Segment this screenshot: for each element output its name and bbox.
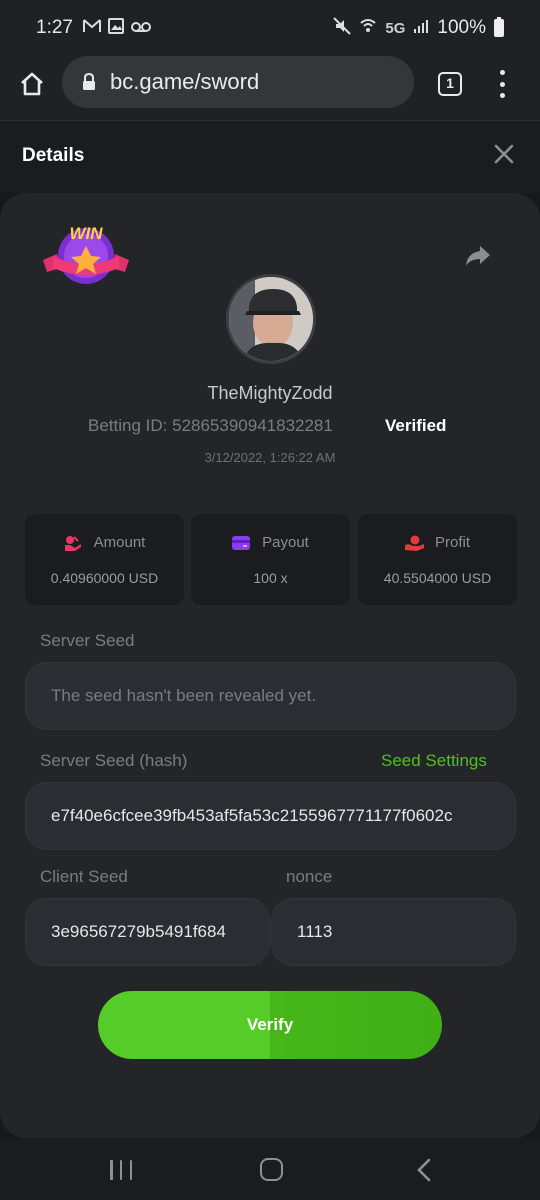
betting-id-value: 52865390941832281: [172, 416, 333, 435]
page-title: Details: [22, 145, 85, 166]
battery-icon: [494, 17, 504, 37]
win-badge: WIN: [43, 220, 129, 290]
card-icon: [232, 535, 251, 551]
share-icon[interactable]: [464, 244, 492, 268]
back-icon[interactable]: [414, 1158, 434, 1182]
status-bar: 1:27 5G 100%: [0, 0, 540, 56]
server-seed-hash-label: Server Seed (hash): [40, 751, 188, 770]
voicemail-icon: [130, 20, 151, 37]
payout-value: 100 x: [253, 570, 288, 586]
address-bar[interactable]: bc.game/sword: [62, 56, 414, 108]
betting-id-label: Betting ID:: [88, 416, 168, 435]
nonce-label: nonce: [286, 867, 333, 886]
network-type: 5G: [385, 19, 406, 37]
profit-card: Profit 40.5504000 USD: [358, 514, 517, 605]
coins-hand-icon: [64, 535, 82, 551]
win-badge-label: WIN: [69, 224, 103, 243]
mute-icon: [333, 17, 352, 39]
close-icon[interactable]: [493, 143, 515, 165]
username: TheMightyZodd: [207, 383, 333, 403]
bet-datetime: 3/12/2022, 1:26:22 AM: [204, 450, 336, 465]
payout-label: Payout: [262, 534, 309, 551]
home-icon[interactable]: [18, 70, 46, 98]
server-seed-hash-field[interactable]: e7f40e6cfcee39fb453af5fa53c2155967771177…: [25, 782, 516, 850]
amount-label: Amount: [93, 534, 146, 551]
money-hand-icon: [404, 535, 424, 551]
more-menu-icon[interactable]: [498, 70, 506, 98]
avatar: [226, 274, 316, 364]
signal-icon: [413, 18, 429, 38]
verify-button[interactable]: Verify: [98, 991, 442, 1059]
url-text: bc.game/sword: [110, 69, 260, 94]
lock-icon: [82, 72, 96, 91]
client-seed-label: Client Seed: [40, 867, 128, 886]
amount-card: Amount 0.40960000 USD: [25, 514, 184, 605]
seed-settings-link[interactable]: Seed Settings: [381, 751, 487, 771]
home-nav-icon[interactable]: [260, 1158, 283, 1181]
verified-label: Verified: [385, 416, 447, 435]
client-seed-field[interactable]: 3e96567279b5491f684: [25, 898, 270, 966]
server-seed-label: Server Seed: [40, 631, 135, 650]
photo-icon: [107, 18, 124, 38]
betting-id: Betting ID: 52865390941832281: [88, 416, 333, 436]
details-header: Details: [0, 121, 540, 193]
system-nav-bar: [0, 1138, 540, 1200]
tab-switcher-button[interactable]: 1: [438, 72, 462, 96]
recent-apps-icon[interactable]: [110, 1160, 132, 1180]
profit-label: Profit: [434, 534, 470, 551]
profit-value: 40.5504000 USD: [383, 570, 492, 586]
wifi-calling-icon: [359, 17, 377, 39]
nonce-field[interactable]: 1113: [271, 898, 516, 966]
server-seed-field: The seed hasn't been revealed yet.: [25, 662, 516, 730]
payout-card: Payout 100 x: [191, 514, 350, 605]
amount-value: 0.40960000 USD: [50, 570, 159, 586]
status-time: 1:27: [36, 17, 73, 38]
gmail-icon: [82, 19, 101, 37]
battery-percent: 100%: [437, 17, 486, 38]
browser-toolbar: bc.game/sword 1: [0, 56, 540, 120]
